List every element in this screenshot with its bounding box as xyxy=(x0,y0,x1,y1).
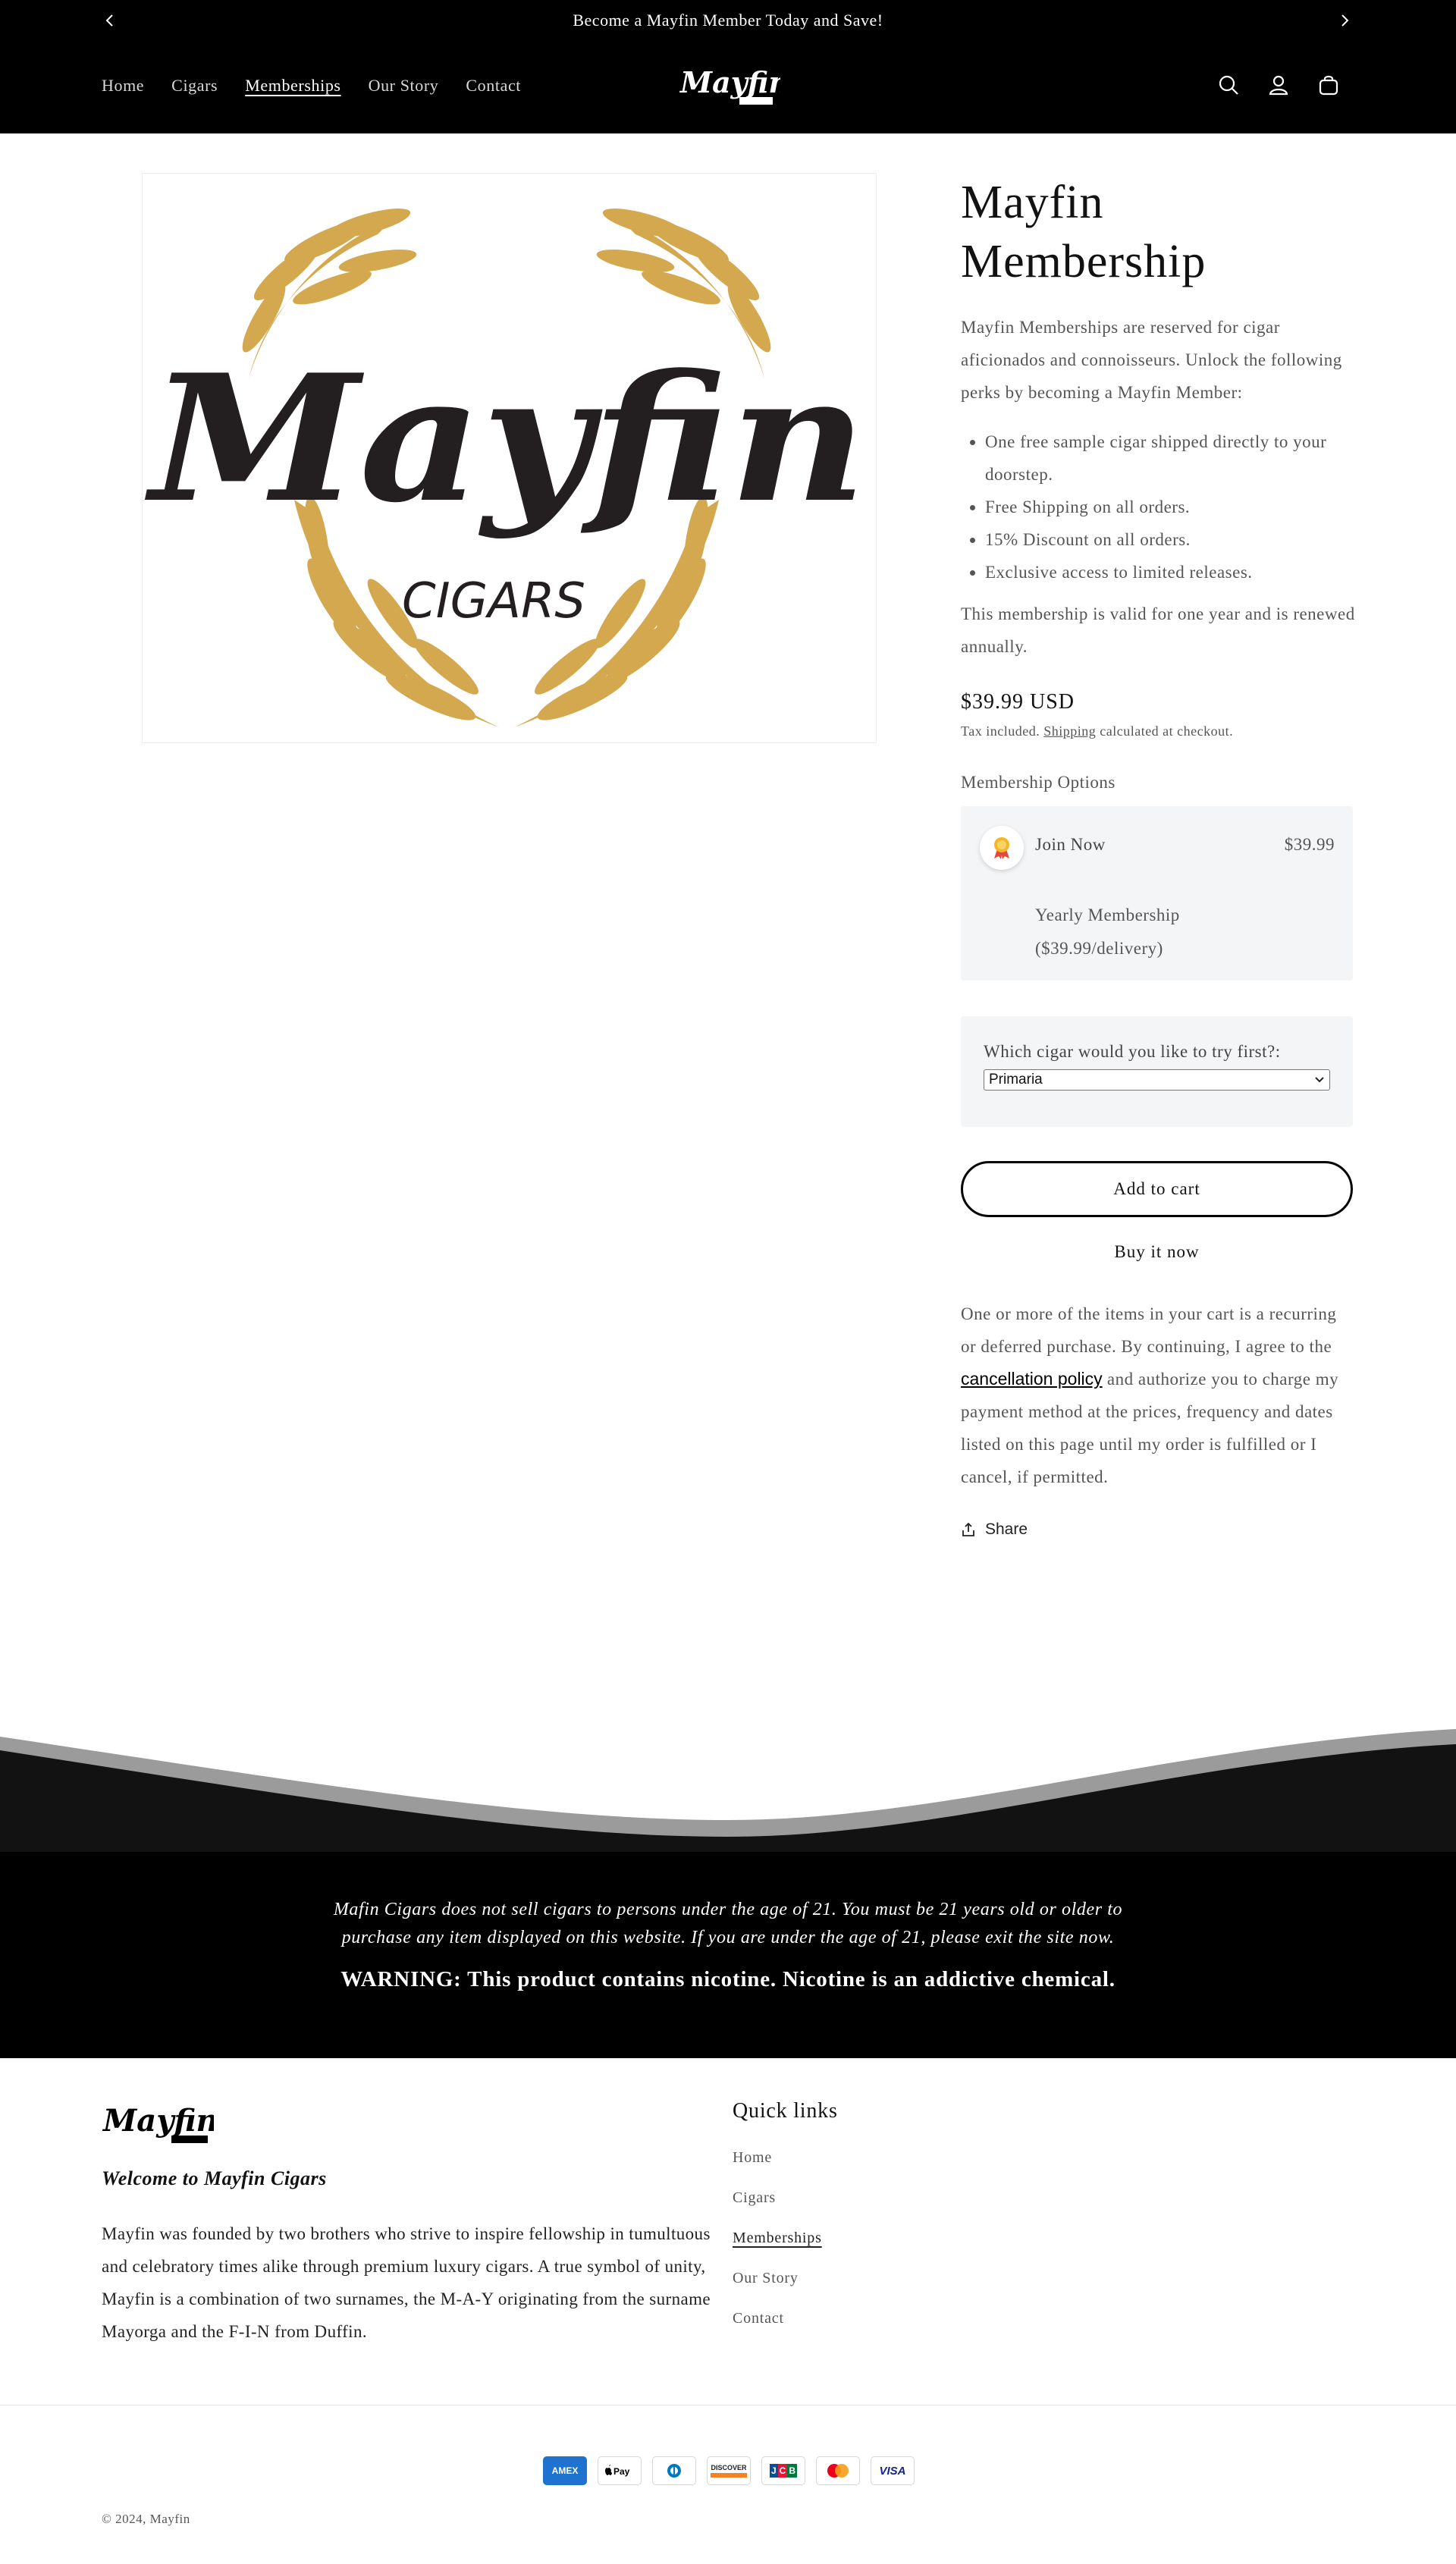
jcb-icon: JCB xyxy=(761,2456,805,2485)
nav-our-story[interactable]: Our Story xyxy=(369,76,439,96)
add-to-cart-button[interactable]: Add to cart xyxy=(961,1161,1353,1217)
buy-it-now-button[interactable]: Buy it now xyxy=(961,1229,1353,1275)
list-item: 15% Discount on all orders. xyxy=(985,523,1355,556)
footer-link-memberships[interactable]: Memberships xyxy=(733,2230,822,2270)
announcement-bar: Become a Mayfin Member Today and Save! xyxy=(0,0,1456,41)
product-title: Mayfin Membership xyxy=(961,177,1207,287)
share-button[interactable]: Share xyxy=(961,1521,1355,1539)
next-announcement-button[interactable] xyxy=(1333,9,1356,32)
option-plan: Yearly Membership ($39.99/delivery) xyxy=(1035,899,1232,965)
footer-heading: Welcome to Mayfin Cigars xyxy=(102,2167,327,2189)
shipping-link[interactable]: Shipping xyxy=(1043,723,1096,739)
list-item: Free Shipping on all orders. xyxy=(985,491,1355,523)
product-price: $39.99 USD xyxy=(961,690,1075,714)
footer-link-our-story[interactable]: Our Story xyxy=(733,2270,822,2310)
svg-text:Pay: Pay xyxy=(613,2466,630,2477)
payment-icons: AMEX Pay DISCOVER JCB VISA xyxy=(543,2456,915,2485)
copyright-prefix: © 2024, xyxy=(102,2512,146,2526)
tax-prefix: Tax included. xyxy=(961,723,1040,739)
search-button[interactable] xyxy=(1215,71,1242,99)
recurring-notice: One or more of the items in your cart is… xyxy=(961,1298,1355,1493)
site-footer: Mayfin Welcome to Mayfin Cigars Mayfin w… xyxy=(0,2058,1456,2564)
announcement-text[interactable]: Become a Mayfin Member Today and Save! xyxy=(573,11,883,30)
chevron-down-icon xyxy=(1315,1077,1324,1083)
cigar-choice-label: Which cigar would you like to try first?… xyxy=(984,1042,1281,1061)
footer-link-home[interactable]: Home xyxy=(733,2149,822,2189)
site-header: Home Cigars Memberships Our Story Contac… xyxy=(0,41,1456,133)
account-button[interactable] xyxy=(1265,71,1292,99)
chevron-right-icon xyxy=(1341,14,1349,27)
cancellation-policy-link[interactable]: cancellation policy xyxy=(961,1369,1103,1389)
visa-icon: VISA xyxy=(871,2456,915,2485)
footer-divider xyxy=(0,2405,1456,2406)
age-notice-line: purchase any item displayed on this webs… xyxy=(341,1928,1115,1947)
search-icon xyxy=(1219,75,1238,95)
header-icons xyxy=(1215,71,1342,99)
option-name: Join Now xyxy=(1035,835,1106,854)
footer-about-text: Mayfin was founded by two brothers who s… xyxy=(102,2224,711,2341)
nav-cigars[interactable]: Cigars xyxy=(171,76,218,96)
validity-text: This membership is valid for one year an… xyxy=(961,604,1355,656)
recurring-text-before: One or more of the items in your cart is… xyxy=(961,1304,1337,1356)
cigar-choice-select[interactable]: Primaria xyxy=(984,1069,1330,1091)
footer-link-contact[interactable]: Contact xyxy=(733,2310,822,2350)
plan-price: ($39.99/delivery) xyxy=(1035,939,1163,958)
quick-links-title: Quick links xyxy=(733,2099,838,2123)
membership-options-label: Membership Options xyxy=(961,773,1116,792)
american-express-icon: AMEX xyxy=(543,2456,587,2485)
option-price: $39.99 xyxy=(1284,835,1335,854)
diners-club-icon xyxy=(652,2456,696,2485)
copyright-link[interactable]: Mayfin xyxy=(150,2512,190,2526)
nav-memberships[interactable]: Memberships xyxy=(245,76,340,96)
share-icon xyxy=(962,1522,974,1536)
product-image[interactable]: Mayfin CIGARS xyxy=(142,173,877,743)
list-item: One free sample cigar shipped directly t… xyxy=(985,425,1355,491)
svg-text:Mayfin: Mayfin xyxy=(679,65,780,99)
cart-button[interactable] xyxy=(1315,71,1342,99)
tax-suffix: calculated at checkout. xyxy=(1100,723,1234,739)
chevron-left-icon xyxy=(105,14,113,27)
site-logo[interactable]: Mayfin xyxy=(677,62,789,109)
product-info: Mayfin Membership Mayfin Memberships are… xyxy=(961,173,1355,1539)
nav-home[interactable]: Home xyxy=(102,76,144,96)
mastercard-icon xyxy=(816,2456,860,2485)
age-notice-text: Mafin Cigars does not sell cigars to per… xyxy=(0,1896,1456,1952)
cart-icon xyxy=(1319,75,1338,96)
previous-announcement-button[interactable] xyxy=(99,9,121,32)
option-badge xyxy=(980,826,1024,870)
footer-link-cigars[interactable]: Cigars xyxy=(733,2189,822,2230)
logo-subword: CIGARS xyxy=(402,573,585,629)
main-nav: Home Cigars Memberships Our Story Contac… xyxy=(102,76,548,96)
select-value: Primaria xyxy=(989,1072,1043,1087)
plan-name: Yearly Membership xyxy=(1035,905,1180,924)
mayfin-cigars-logo-image: Mayfin CIGARS xyxy=(144,209,867,727)
logo-wordmark: Mayfin xyxy=(144,337,867,541)
tax-note: Tax included. Shipping calculated at che… xyxy=(961,723,1355,739)
copyright: © 2024, Mayfin xyxy=(102,2512,190,2527)
nav-contact[interactable]: Contact xyxy=(466,76,521,96)
discover-icon: DISCOVER xyxy=(707,2456,751,2485)
wave-divider xyxy=(0,1729,1456,1852)
award-ribbon-icon xyxy=(994,837,1009,859)
cigar-choice-box: Which cigar would you like to try first?… xyxy=(961,1016,1353,1127)
quick-links-list: Home Cigars Memberships Our Story Contac… xyxy=(733,2149,822,2350)
share-label: Share xyxy=(985,1521,1028,1538)
membership-option-card[interactable]: Join Now $39.99 Yearly Membership ($39.9… xyxy=(961,806,1353,981)
nicotine-warning: WARNING: This product contains nicotine.… xyxy=(340,1967,1116,1991)
age-notice: Mafin Cigars does not sell cigars to per… xyxy=(0,1852,1456,2058)
footer-logo[interactable]: Mayfin xyxy=(102,2101,218,2148)
list-item: Exclusive access to limited releases. xyxy=(985,556,1355,588)
perks-list: One free sample cigar shipped directly t… xyxy=(961,425,1355,588)
apple-pay-icon: Pay xyxy=(598,2456,642,2485)
svg-text:Mayfin: Mayfin xyxy=(102,2103,214,2139)
product-description: Mayfin Memberships are reserved for ciga… xyxy=(961,318,1342,402)
age-notice-line: Mafin Cigars does not sell cigars to per… xyxy=(333,1900,1123,1919)
account-icon xyxy=(1269,75,1288,96)
